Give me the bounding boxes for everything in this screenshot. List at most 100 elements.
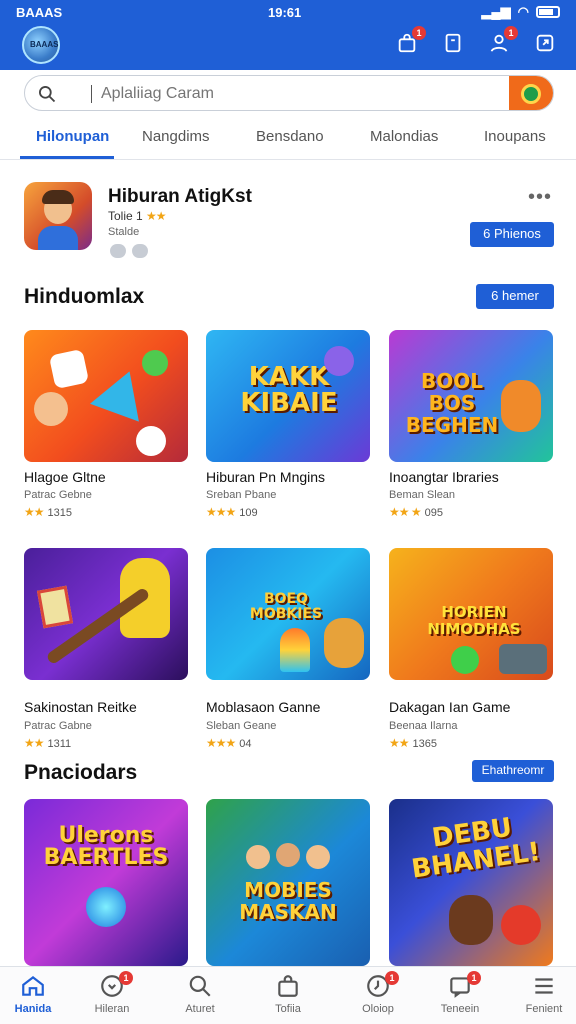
- game-rating: ★★ 1315: [24, 505, 72, 519]
- game-rating: ★★★ 04: [206, 736, 252, 750]
- rating-count: 04: [239, 738, 252, 750]
- more-options-icon[interactable]: •••: [528, 186, 552, 209]
- nav-item-bag[interactable]: Tofiia: [249, 973, 327, 1015]
- mini-chat-icon: [132, 244, 148, 258]
- home-icon: [22, 975, 44, 996]
- featured-action-button[interactable]: 6 Phienos: [470, 222, 554, 247]
- search-icon: [189, 975, 211, 997]
- section1-see-all-button[interactable]: 6 hemer: [476, 284, 554, 309]
- game-publisher: Patrac Gebne: [24, 489, 92, 501]
- tab-inoupans[interactable]: Inoupans: [484, 128, 546, 145]
- card-shape: [36, 585, 74, 629]
- featured-app-icon[interactable]: [24, 182, 92, 250]
- nav-badge: 1: [467, 971, 481, 985]
- game-art-title: Ulerons BAERTLES: [43, 823, 169, 870]
- character-face: [276, 843, 300, 867]
- game-card-image[interactable]: Ulerons BAERTLES: [24, 799, 188, 966]
- rating-stars: ★★: [389, 736, 409, 750]
- status-bar: BAAAS 19:61 ▂▄▆ ◠: [0, 0, 576, 24]
- game-card-image[interactable]: MOBIES MASKAN: [206, 799, 370, 966]
- game-name[interactable]: Hlagoe Gltne: [24, 469, 106, 485]
- top-bar: BAAAS 19:61 ▂▄▆ ◠ BAAAS 1 1: [0, 0, 576, 70]
- rating-count: 1365: [412, 738, 437, 750]
- nav-label: Oloiop: [362, 1003, 394, 1015]
- game-card-image[interactable]: DEBU BHANEL!: [389, 799, 553, 966]
- logo-text: BAAAS: [30, 40, 59, 49]
- featured-button-icon: 6: [483, 226, 491, 241]
- device-shape: [499, 644, 547, 674]
- featured-app-title[interactable]: Hiburan AtigKst: [108, 186, 252, 208]
- tablet-icon[interactable]: [440, 30, 466, 56]
- nav-item-clock[interactable]: 1 Oloiop: [339, 971, 417, 1015]
- header-icons: 1 1: [394, 26, 558, 56]
- game-rating: ★★★ 109: [206, 505, 258, 519]
- featured-button-label: Phienos: [493, 226, 541, 241]
- game-card-image[interactable]: BOEQ MOBKIES: [206, 548, 370, 680]
- game-art-title: DEBU BHANEL!: [409, 812, 543, 885]
- section-title-pnaciodars: Pnaciodars: [24, 761, 138, 784]
- battery-icon: [536, 6, 560, 18]
- ball-shape: [451, 646, 479, 674]
- dice-shape: [136, 426, 166, 456]
- game-name[interactable]: Sakinostan Reitke: [24, 699, 137, 715]
- tab-indicator: [20, 156, 114, 159]
- game-rating: ★★ 1365: [389, 736, 437, 750]
- search-go-button[interactable]: [509, 76, 553, 110]
- search-bar[interactable]: [24, 75, 554, 111]
- nav-item-menu[interactable]: Fenient: [505, 973, 576, 1015]
- game-card-image[interactable]: BOOL BOS BEGHEN: [389, 330, 553, 462]
- featured-app-subtitle: Stalde: [108, 226, 140, 238]
- search-go-icon: [521, 84, 541, 104]
- status-time: 19:61: [268, 5, 302, 20]
- nav-label: Fenient: [525, 1003, 563, 1015]
- character-face: [246, 845, 270, 869]
- rating-count: 109: [239, 507, 258, 519]
- section-title-hinduomlax: Hinduomlax: [24, 285, 145, 308]
- game-art-title: HORIEN NIMODHAS: [427, 603, 521, 638]
- nav-item-heart[interactable]: 1 Hileran: [73, 971, 151, 1015]
- game-name[interactable]: Moblasaon Ganne: [206, 699, 320, 715]
- search-input[interactable]: [101, 82, 521, 106]
- wifi-icon: ◠: [517, 4, 529, 19]
- featured-rating-text: Tolie 1: [108, 209, 143, 223]
- rating-count: 1311: [47, 738, 72, 750]
- user-badge: 1: [504, 26, 518, 40]
- character-face: [306, 845, 330, 869]
- rating-stars: ★★★: [206, 736, 236, 750]
- game-card-image[interactable]: KAKK KIBAIE: [206, 330, 370, 462]
- featured-mini-icons: [110, 244, 148, 258]
- game-rating: ★★ 1311: [24, 736, 71, 750]
- nav-label: Hileran: [94, 1003, 130, 1015]
- game-name[interactable]: Dakagan Ian Game: [389, 699, 510, 715]
- nav-item-search[interactable]: Aturet: [161, 973, 239, 1015]
- game-card-image[interactable]: [24, 548, 188, 680]
- character-shape: [324, 346, 354, 376]
- slime-shape: [142, 350, 168, 376]
- external-icon[interactable]: [532, 30, 558, 56]
- rating-count: 095: [424, 507, 443, 519]
- user-icon[interactable]: 1: [486, 26, 518, 56]
- nav-badge: 1: [119, 971, 133, 985]
- tab-bensdano[interactable]: Bensdano: [256, 128, 324, 145]
- status-carrier: BAAAS: [16, 5, 63, 20]
- nav-item-chat[interactable]: 1 Teneein: [421, 971, 499, 1015]
- orb-shape: [86, 887, 126, 927]
- tab-hilonupan[interactable]: Hilonupan: [36, 128, 109, 145]
- menu-icon: [535, 978, 553, 994]
- nav-label: Tofiia: [275, 1003, 301, 1015]
- game-card-image[interactable]: HORIEN NIMODHAS: [389, 548, 553, 680]
- rating-stars: ★★ ★: [389, 505, 422, 519]
- nav-item-home[interactable]: Hanida: [0, 973, 72, 1015]
- status-icons: ▂▄▆ ◠: [481, 4, 560, 20]
- game-name[interactable]: Inoangtar Ibraries: [389, 469, 499, 485]
- app-logo[interactable]: BAAAS: [22, 26, 60, 64]
- game-card-image[interactable]: [24, 330, 188, 462]
- nav-label: Aturet: [185, 1003, 215, 1015]
- bag-icon[interactable]: 1: [394, 26, 426, 56]
- tab-nangdims[interactable]: Nangdims: [142, 128, 210, 145]
- avatar-shirt: [38, 226, 78, 250]
- category-tabs: Hilonupan Nangdims Bensdano Malondias In…: [0, 116, 576, 160]
- section2-see-all-button[interactable]: Ehathreomr: [472, 760, 554, 782]
- game-name[interactable]: Hiburan Pn Mngins: [206, 469, 325, 485]
- tab-malondias[interactable]: Malondias: [370, 128, 438, 145]
